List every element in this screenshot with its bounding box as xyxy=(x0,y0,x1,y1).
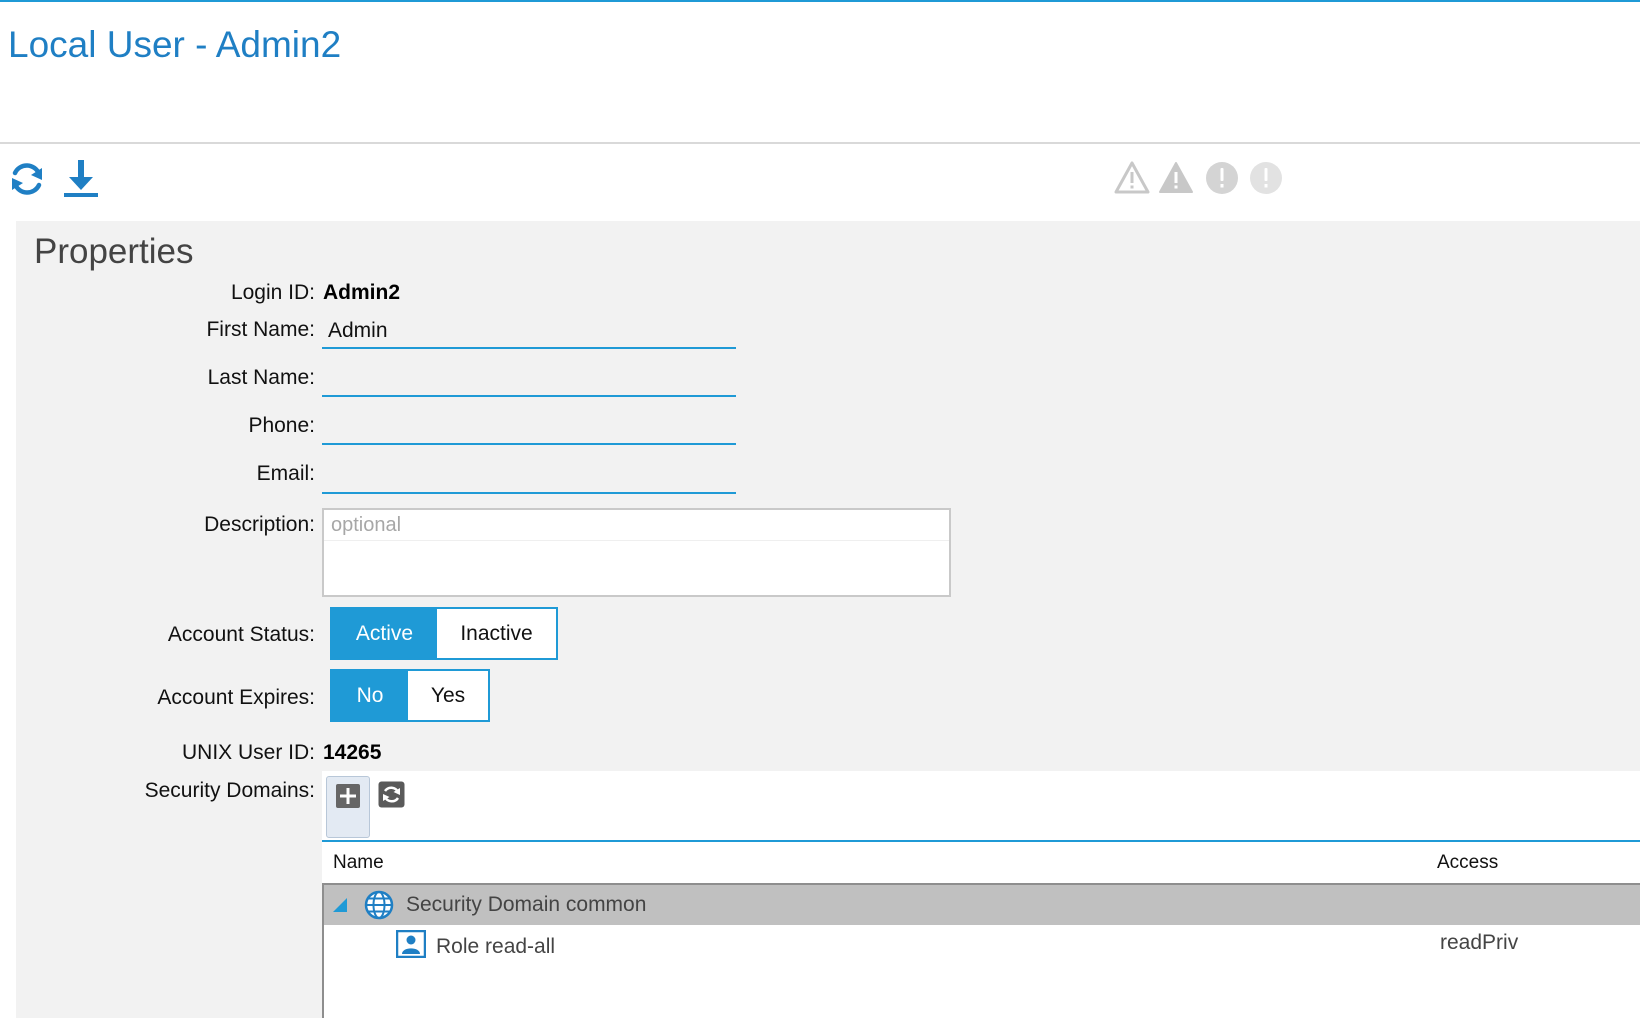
account-expires-label: Account Expires: xyxy=(157,686,315,709)
collapse-triangle-icon[interactable] xyxy=(333,897,349,913)
refresh-icon xyxy=(378,781,405,808)
minor-fault-icon xyxy=(1204,160,1240,196)
account-expires-toggle: No Yes xyxy=(330,669,490,722)
last-name-field[interactable] xyxy=(322,363,736,397)
login-id-label: Login ID: xyxy=(230,281,315,304)
account-status-toggle: Active Inactive xyxy=(330,607,558,660)
download-icon xyxy=(64,160,98,197)
login-id-value: Admin2 xyxy=(323,281,401,304)
account-expires-yes-option[interactable]: Yes xyxy=(408,671,488,720)
account-status-label: Account Status: xyxy=(167,623,315,646)
email-label: Email: xyxy=(256,462,315,485)
properties-title: Properties xyxy=(34,232,194,271)
unix-user-id-value: 14265 xyxy=(323,741,382,764)
first-name-field[interactable] xyxy=(322,315,736,349)
role-access: readPriv xyxy=(1440,931,1519,954)
major-fault-icon xyxy=(1158,160,1194,196)
security-domain-name: Security Domain common xyxy=(406,893,647,916)
account-expires-no-option[interactable]: No xyxy=(332,671,408,720)
last-name-label: Last Name: xyxy=(207,366,315,389)
refresh-icon xyxy=(12,163,42,195)
first-name-label: First Name: xyxy=(206,318,315,341)
phone-label: Phone: xyxy=(248,414,315,437)
warning-fault-icon xyxy=(1248,160,1284,196)
phone-field[interactable] xyxy=(322,411,736,445)
refresh-button[interactable] xyxy=(6,158,48,200)
description-divider xyxy=(324,540,949,541)
user-role-icon xyxy=(396,930,426,958)
role-name: Role read-all xyxy=(436,935,556,958)
description-field[interactable] xyxy=(322,508,951,597)
download-button[interactable] xyxy=(60,158,102,200)
table-row[interactable]: Security Domain common xyxy=(324,885,1640,925)
refresh-security-domains-button[interactable] xyxy=(378,781,405,808)
table-top-border xyxy=(322,840,1640,842)
header-divider xyxy=(0,142,1640,144)
security-domains-label: Security Domains: xyxy=(144,779,315,802)
top-accent-line xyxy=(0,0,1640,2)
column-header-name[interactable]: Name xyxy=(333,852,384,874)
unix-user-id-label: UNIX User ID: xyxy=(181,741,315,764)
column-header-access[interactable]: Access xyxy=(1437,852,1498,874)
plus-icon xyxy=(336,784,360,808)
account-status-active-option[interactable]: Active xyxy=(332,609,437,658)
globe-icon xyxy=(364,890,394,920)
description-label: Description: xyxy=(204,513,315,536)
account-status-inactive-option[interactable]: Inactive xyxy=(437,609,556,658)
page-title: Local User - Admin2 xyxy=(8,24,342,65)
email-field[interactable] xyxy=(322,460,736,494)
critical-fault-icon xyxy=(1114,160,1150,196)
add-security-domain-button[interactable] xyxy=(326,776,370,838)
